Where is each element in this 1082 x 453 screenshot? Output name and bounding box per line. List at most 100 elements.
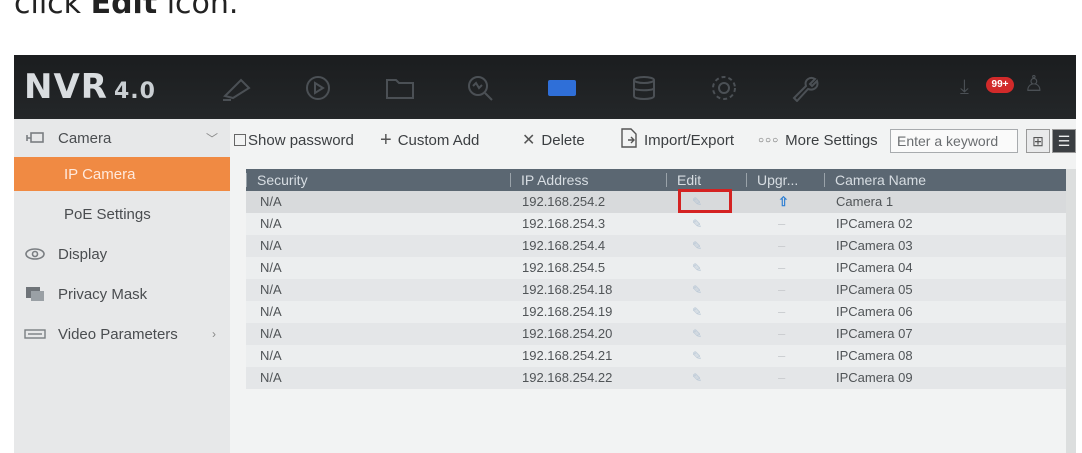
edit-cell[interactable]: ✎	[692, 235, 702, 257]
camera-name-cell: IPCamera 09	[836, 370, 913, 385]
folder-icon[interactable]	[382, 73, 418, 103]
sidebar-item-camera[interactable]: Camera ﹀	[14, 121, 230, 155]
security-cell: N/A	[260, 370, 282, 385]
header-security[interactable]: Security	[246, 169, 308, 191]
video-params-icon	[22, 325, 48, 343]
edit-cell[interactable]: ✎	[692, 279, 702, 301]
edit-icon[interactable]: ✎	[692, 371, 702, 385]
playback-icon[interactable]	[300, 73, 336, 103]
upgrade-icon[interactable]: –	[778, 370, 785, 385]
maintenance-icon[interactable]	[786, 73, 822, 103]
sidebar-item-privacy-mask[interactable]: Privacy Mask	[14, 277, 230, 311]
upgrade-cell[interactable]: –	[778, 257, 785, 279]
security-cell: N/A	[260, 304, 282, 319]
upgrade-icon[interactable]: –	[778, 304, 785, 319]
camera-name-cell: IPCamera 06	[836, 304, 913, 319]
upgrade-cell[interactable]: –	[778, 279, 785, 301]
edit-cell[interactable]: ✎	[692, 345, 702, 367]
upgrade-icon[interactable]: –	[778, 260, 785, 275]
sidebar-item-label: Privacy Mask	[58, 285, 148, 303]
list-view-icon[interactable]: ☰	[1052, 129, 1076, 153]
camera-active-icon[interactable]	[544, 73, 580, 103]
upgrade-cell[interactable]: –	[778, 213, 785, 235]
table-row[interactable]: N/A 192.168.254.19 ✎ – IPCamera 06	[246, 301, 1066, 323]
edit-icon[interactable]: ✎	[692, 283, 702, 297]
download-icon[interactable]: ⤓	[960, 77, 969, 97]
edit-cell[interactable]: ✎	[692, 257, 702, 279]
upgrade-icon[interactable]: –	[778, 348, 785, 363]
upgrade-cell[interactable]: –	[778, 345, 785, 367]
table-row[interactable]: N/A 192.168.254.21 ✎ – IPCamera 08	[246, 345, 1066, 367]
edit-cell[interactable]: ✎	[692, 367, 702, 389]
sidebar-item-poe-settings[interactable]: PoE Settings	[14, 197, 230, 231]
upgrade-cell[interactable]: –	[778, 367, 785, 389]
upgrade-cell[interactable]: –	[778, 323, 785, 345]
security-cell: N/A	[260, 194, 282, 209]
security-cell: N/A	[260, 260, 282, 275]
ip-address-cell: 192.168.254.5	[522, 260, 606, 275]
upgrade-cell[interactable]: ⇧	[778, 191, 789, 213]
edit-icon[interactable]: ✎	[692, 217, 702, 231]
close-icon: ✕	[522, 132, 536, 149]
grid-view-icon[interactable]: ⊞	[1026, 129, 1050, 153]
upgrade-cell[interactable]: –	[778, 235, 785, 257]
table-row[interactable]: N/A 192.168.254.3 ✎ – IPCamera 02	[246, 213, 1066, 235]
mask-icon	[22, 285, 48, 303]
show-password-checkbox[interactable]: Show password	[234, 119, 354, 161]
sidebar-item-display[interactable]: Display	[14, 237, 230, 271]
edit-icon[interactable]: ✎	[692, 305, 702, 319]
more-dots-icon: ○○○	[758, 134, 780, 146]
edit-icon[interactable]: ✎	[692, 261, 702, 275]
top-bar: NVR 4.0 ⤓ 99+ ♙	[14, 55, 1076, 119]
header-edit[interactable]: Edit	[666, 169, 701, 191]
camera-icon	[22, 129, 48, 147]
header-camera-name[interactable]: Camera Name	[824, 169, 926, 191]
toolbar: Show password + Custom Add ✕ Delete Impo…	[230, 119, 1076, 161]
alarm-badge[interactable]: 99+	[986, 77, 1014, 93]
edit-cell[interactable]: ✎	[692, 213, 702, 235]
storage-icon[interactable]	[626, 73, 662, 103]
table-row[interactable]: N/A 192.168.254.4 ✎ – IPCamera 03	[246, 235, 1066, 257]
ip-address-cell: 192.168.254.21	[522, 348, 613, 363]
upgrade-cell[interactable]: –	[778, 301, 785, 323]
edit-cell[interactable]: ✎	[692, 301, 702, 323]
edit-word: Edit	[90, 0, 158, 21]
edit-icon[interactable]: ✎	[692, 327, 702, 341]
settings-icon[interactable]	[706, 73, 742, 103]
upgrade-icon[interactable]: –	[778, 326, 785, 341]
user-icon[interactable]: ♙	[1024, 73, 1044, 95]
scrollbar[interactable]	[1066, 169, 1076, 453]
table-row[interactable]: N/A 192.168.254.22 ✎ – IPCamera 09	[246, 367, 1066, 389]
sidebar-item-video-parameters[interactable]: Video Parameters ›	[14, 317, 230, 351]
camera-name-cell: Camera 1	[836, 194, 894, 209]
custom-add-button[interactable]: + Custom Add	[380, 119, 479, 161]
more-settings-button[interactable]: ○○○ More Settings	[758, 119, 878, 161]
search-vca-icon[interactable]	[462, 73, 498, 103]
table-row[interactable]: N/A 192.168.254.2 ✎ ⇧ Camera 1	[246, 189, 1066, 213]
delete-button[interactable]: ✕ Delete	[522, 119, 585, 161]
upgrade-icon[interactable]: ⇧	[778, 194, 789, 209]
edit-icon[interactable]: ✎	[692, 239, 702, 253]
ip-address-cell: 192.168.254.20	[522, 326, 613, 341]
checkbox-box[interactable]	[234, 134, 246, 146]
edit-icon[interactable]: ✎	[692, 349, 702, 363]
sidebar-item-ip-camera[interactable]: IP Camera	[14, 157, 230, 191]
import-export-button[interactable]: Import/Export	[620, 119, 734, 161]
camera-name-cell: IPCamera 05	[836, 282, 913, 297]
table-row[interactable]: N/A 192.168.254.20 ✎ – IPCamera 07	[246, 323, 1066, 345]
live-view-icon[interactable]	[219, 73, 255, 103]
header-upgrade[interactable]: Upgr...	[746, 169, 798, 191]
chevron-down-icon: ﹀	[205, 131, 218, 146]
header-ip-address[interactable]: IP Address	[510, 169, 588, 191]
security-cell: N/A	[260, 238, 282, 253]
upgrade-icon[interactable]: –	[778, 238, 785, 253]
table-row[interactable]: N/A 192.168.254.5 ✎ – IPCamera 04	[246, 257, 1066, 279]
sidebar-item-label: IP Camera	[64, 165, 136, 183]
edit-cell[interactable]: ✎	[692, 323, 702, 345]
logo: NVR 4.0	[24, 67, 156, 107]
upgrade-icon[interactable]: –	[778, 282, 785, 297]
upgrade-icon[interactable]: –	[778, 216, 785, 231]
table-row[interactable]: N/A 192.168.254.18 ✎ – IPCamera 05	[246, 279, 1066, 301]
edit-cell[interactable]: ✎	[678, 189, 732, 213]
search-input[interactable]: Enter a keyword	[890, 129, 1018, 153]
